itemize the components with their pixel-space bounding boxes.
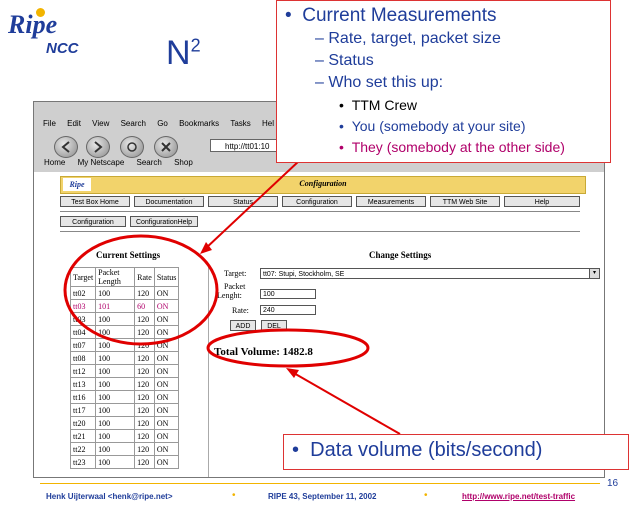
callout-item2-text: You (somebody at your site) <box>351 118 526 134</box>
bullet-icon: • <box>285 5 292 26</box>
callout-item1: • TTM Crew <box>339 97 417 113</box>
page-number: 16 <box>607 478 619 489</box>
arrow-head-icon <box>286 368 299 378</box>
callout-heading: • Current Measurements <box>285 5 497 27</box>
callout-item2: • You (somebody at your site) <box>339 118 525 134</box>
callout-item1-text: TTM Crew <box>351 97 418 113</box>
footer-divider <box>40 483 600 484</box>
bullet-icon: • <box>339 139 344 155</box>
dash-icon: – <box>315 52 324 69</box>
current-measurements-callout: • Current Measurements – Rate, target, p… <box>276 0 611 163</box>
footer-dot: • <box>424 490 428 501</box>
dash-icon: – <box>315 74 324 91</box>
footer-url-link[interactable]: http://www.ripe.net/test-traffic <box>462 492 575 501</box>
total-volume-ellipse <box>206 328 370 368</box>
callout-sub1: – Rate, target, packet size <box>315 30 501 48</box>
footer-dot: • <box>232 490 236 501</box>
footer-event: RIPE 43, September 11, 2002 <box>268 492 377 501</box>
footer-author: Henk Uijterwaal <henk@ripe.net> <box>46 492 173 501</box>
dash-icon: – <box>315 30 324 47</box>
callout-sub2-text: Status <box>328 52 374 69</box>
data-volume-callout: • Data volume (bits/second) <box>283 434 629 470</box>
current-settings-ellipse <box>63 234 219 346</box>
callout-heading-text: Current Measurements <box>302 5 497 26</box>
bullet-icon: • <box>339 97 344 113</box>
bullet-icon: • <box>292 439 300 461</box>
callout-item3: • They (somebody at the other side) <box>339 139 565 155</box>
bullet-icon: • <box>339 118 344 134</box>
callout-sub1-text: Rate, target, packet size <box>328 30 501 47</box>
callout-item3-text: They (somebody at the other side) <box>351 139 565 155</box>
callout-sub2: – Status <box>315 52 374 70</box>
callout-arrow-bottom <box>291 371 401 435</box>
callout-arrow-top <box>204 159 301 250</box>
callout-sub3: – Who set this up: <box>315 74 443 92</box>
data-volume-text: • Data volume (bits/second) <box>292 439 542 462</box>
data-volume-label: Data volume (bits/second) <box>310 439 543 461</box>
callout-sub3-text: Who set this up: <box>328 74 444 91</box>
